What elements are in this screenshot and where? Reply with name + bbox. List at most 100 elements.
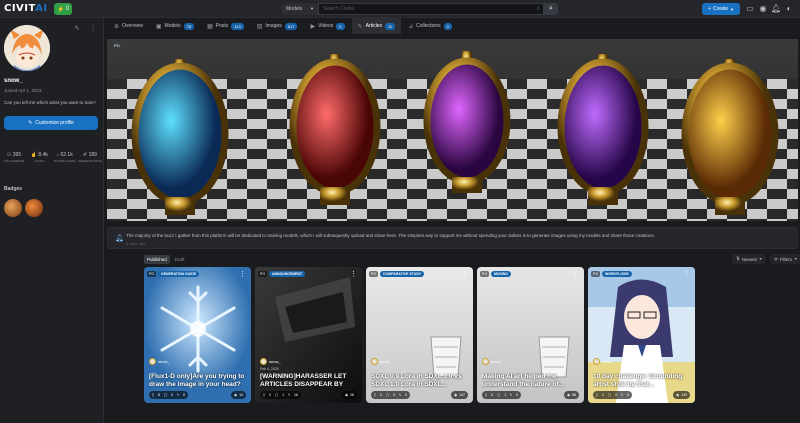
customize-profile-button[interactable]: ✎ Customize profile: [4, 116, 98, 130]
buzz-count: 0: [65, 6, 69, 12]
search-scope-label: Models: [286, 6, 303, 12]
sort-select[interactable]: ⇅ Newest ▼: [732, 254, 767, 264]
tab-label: Articles: [365, 23, 382, 29]
filters-button[interactable]: ⛛ Filters ▼: [770, 254, 800, 264]
customize-profile-label: Customize profile: [35, 120, 74, 126]
stat-followers[interactable]: ⚇ 395 FOLLOWERS: [2, 152, 26, 163]
buzz-indicator[interactable]: ⚡ 0: [54, 3, 72, 15]
bell-icon: 🔔︎: [115, 235, 124, 242]
article-author[interactable]: snow_: [482, 358, 503, 365]
view-count: 133: [681, 393, 687, 397]
tab-label: Posts: [215, 23, 229, 29]
tab-models[interactable]: ▣ Models 78: [150, 18, 200, 34]
bell-icon[interactable]: 🔔︎: [771, 3, 781, 15]
article-category-tag[interactable]: ANNOUNCEMENT: [269, 271, 306, 277]
article-category-tag[interactable]: MUSING: [491, 271, 511, 277]
profile-tabs: ⊕ Overview ▣ Models 78 ▦ Posts 113 ▨ Images 617…: [104, 18, 800, 34]
tab-label: Collections: [416, 23, 441, 29]
tab-count: 11: [384, 22, 396, 30]
tab-images[interactable]: ▨ Images 617: [251, 18, 304, 34]
tip-count: 0: [516, 393, 518, 397]
search-shortcut: /: [537, 6, 539, 12]
user-menu-icon[interactable]: ◐: [784, 3, 794, 15]
article-title[interactable]: SDXL 0.9 Lora in SDXL 1.0 vs SDXL 1.0 Lo…: [371, 373, 469, 388]
rating-badge: PG: [258, 271, 268, 277]
tab-posts[interactable]: ▦ Posts 113: [201, 18, 250, 34]
article-author[interactable]: snow_: [149, 358, 170, 365]
article-author[interactable]: snow_: [593, 358, 614, 365]
tab-count: 0: [336, 22, 345, 30]
avatar: [482, 358, 489, 365]
avatar: [260, 358, 267, 365]
more-options-icon[interactable]: ⋮: [683, 270, 690, 278]
monitor-icon[interactable]: ▭: [745, 3, 755, 15]
more-options-icon[interactable]: ⋮: [239, 270, 246, 278]
tab-count: 617: [284, 22, 298, 30]
article-author[interactable]: snow_: [371, 358, 392, 365]
wrench-icon[interactable]: ✎: [72, 24, 82, 34]
bookmark-icon: ▯: [152, 393, 154, 397]
article-category-tag[interactable]: WORKFLOWS: [602, 271, 632, 277]
article-views: ◉ 147: [451, 391, 468, 399]
profile-main: ⊕ Overview ▣ Models 78 ▦ Posts 113 ▨ Images 617…: [104, 18, 800, 423]
more-options-icon[interactable]: ⋮: [350, 270, 357, 278]
article-reactions: ▯ 4 ▢ 0 ϟ0: [593, 391, 632, 399]
published-toggle[interactable]: Published: [144, 255, 170, 264]
search-input[interactable]: Search Civitai /: [318, 3, 544, 15]
chevron-down-icon: ▼: [310, 6, 314, 11]
article-card[interactable]: PG COMPARATIVE STUDY ⋮ snow_ SDXL 0.9 Lo…: [366, 267, 473, 403]
author-name: snow_: [380, 359, 392, 364]
article-title[interactable]: Making AI art helped me understand the n…: [482, 373, 580, 388]
article-date: Feb 4, 2025: [260, 367, 279, 371]
plus-icon: +: [708, 6, 711, 12]
more-options-icon[interactable]: ⋮: [572, 270, 579, 278]
article-reactions: ▯ 8 ▢ 0 ϟ0: [149, 391, 188, 399]
article-views: ◉ 133: [673, 391, 690, 399]
comment-icon: ▢: [496, 393, 501, 397]
article-title[interactable]: 10 day challenge: Grounding artist style…: [593, 373, 691, 388]
civitai-logo[interactable]: CIVITAI: [4, 3, 48, 14]
profile-stats: ⚇ 395 FOLLOWERS ☝ 8.4k LIKES ↓ 62.1k DOWNLO…: [2, 152, 102, 163]
comment-icon: ▢: [607, 393, 612, 397]
tip-count: 0: [627, 393, 629, 397]
eye-icon: ◉: [234, 393, 238, 397]
article-category-tag[interactable]: GENERATION GUIDE: [158, 271, 200, 277]
rating-badge: PG: [591, 271, 601, 277]
rating-badge: PG: [147, 271, 157, 277]
compass-icon: ⊕: [114, 23, 120, 30]
article-card[interactable]: PG GENERATION GUIDE ⋮ snow_ [Flux1-D onl…: [144, 267, 251, 403]
article-title[interactable]: [WARNING]HARASSER LET ARTICLES DISAPPEAR…: [260, 373, 358, 388]
create-button[interactable]: + Create ▼: [702, 3, 740, 15]
eye-icon: ◉: [676, 393, 680, 397]
more-options-icon[interactable]: ⋮: [461, 270, 468, 278]
sort-label: Newest: [741, 256, 757, 262]
article-card[interactable]: PG MUSING ⋮ snow_ Making AI art helped m…: [477, 267, 584, 403]
tab-overview[interactable]: ⊕ Overview: [108, 18, 149, 34]
article-card[interactable]: PG ANNOUNCEMENT ⋮ snow_ Feb 4, 2025 [WAR…: [255, 267, 362, 403]
article-title[interactable]: [Flux1-D only]Are you trying to draw the…: [149, 373, 247, 388]
eye-off-icon[interactable]: ◉: [758, 3, 768, 15]
sort-icon: ⇅: [736, 256, 740, 261]
article-reactions: ▯ 0 ▢ 1 ϟ0: [482, 391, 521, 399]
article-category-tag[interactable]: COMPARATIVE STUDY: [380, 271, 425, 277]
bookmark-icon: ▯: [485, 393, 487, 397]
search-scope-select[interactable]: Models ▼: [282, 3, 318, 15]
search-button[interactable]: ⌕: [544, 3, 558, 15]
badge-icon[interactable]: [4, 199, 22, 217]
chevron-down-icon: ▼: [729, 6, 734, 12]
more-icon[interactable]: ⋮: [88, 24, 98, 34]
article-reactions: ▯ 0 ▢ 0 ϟ0: [371, 391, 410, 399]
tab-collections[interactable]: ⊿ Collections 0: [402, 18, 458, 34]
tab-articles[interactable]: ✎ Articles 11: [351, 18, 402, 34]
article-author[interactable]: snow_: [260, 358, 281, 365]
avatar: [371, 358, 378, 365]
draft-toggle[interactable]: Draft: [172, 255, 188, 264]
article-card[interactable]: PG WORKFLOWS ⋮ snow_ 10 day challenge: G…: [588, 267, 695, 403]
tab-videos[interactable]: ▶ Videos 0: [304, 18, 350, 34]
avatar: [593, 358, 600, 365]
comment-count: 0: [393, 393, 396, 397]
badge-icon[interactable]: [25, 199, 43, 217]
stat-label: LIKES: [34, 159, 45, 163]
eye-icon: ◉: [345, 393, 349, 397]
stat-value: 189: [88, 152, 97, 158]
